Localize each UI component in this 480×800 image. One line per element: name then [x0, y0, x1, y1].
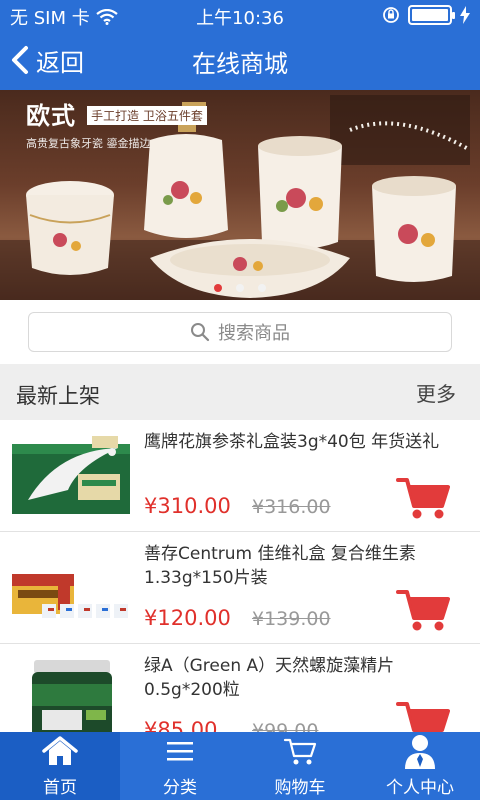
product-original-price: ¥99.00 [252, 720, 319, 732]
product-price: ¥310.00 [144, 494, 231, 518]
orientation-lock-icon [383, 7, 399, 23]
tab-cart-label: 购物车 [274, 778, 326, 798]
search-icon [191, 323, 210, 342]
banner-subtitle: 高贵复古象牙瓷 鎏金描边 [26, 137, 151, 150]
search-input[interactable]: 搜索商品 [28, 312, 452, 352]
user-icon [400, 733, 440, 769]
carousel-dot[interactable] [214, 284, 222, 292]
back-button[interactable]: 返回 [10, 40, 84, 80]
product-item[interactable]: 绿A（Green A）天然螺旋藻精片0.5g*200粒 ¥85.00 ¥99.0… [0, 644, 480, 732]
charging-icon [460, 6, 470, 24]
tab-profile[interactable]: 个人中心 [360, 732, 480, 800]
search-area: 搜索商品 [0, 300, 480, 364]
add-to-cart-button[interactable] [396, 700, 450, 732]
product-name: 善存Centrum 佳维礼盒 复合维生素1.33g*150片装 [144, 544, 416, 588]
banner-headline: 欧式 [26, 102, 76, 130]
promo-banner[interactable]: 欧式 手工打造 卫浴五件套 高贵复古象牙瓷 鎏金描边 [0, 90, 480, 300]
product-item[interactable]: 鹰牌花旗参茶礼盒装3g*40包 年货送礼 ¥310.00 ¥316.00 [0, 420, 480, 532]
cart-icon [280, 733, 320, 769]
product-price: ¥85.00 [144, 718, 218, 732]
product-image [12, 574, 128, 618]
tab-category-label: 分类 [163, 778, 197, 798]
product-list: 鹰牌花旗参茶礼盒装3g*40包 年货送礼 ¥310.00 ¥316.00 善存C… [0, 420, 480, 732]
carousel-dots[interactable] [0, 284, 480, 292]
product-original-price: ¥316.00 [252, 496, 331, 518]
home-icon [40, 733, 80, 769]
tab-home-label: 首页 [43, 778, 77, 798]
status-bar: 无 SIM 卡 上午10:36 [0, 0, 480, 30]
section-title: 最新上架 [16, 384, 100, 408]
product-item[interactable]: 善存Centrum 佳维礼盒 复合维生素1.33g*150片装 ¥120.00 … [0, 532, 480, 644]
bottom-tab-bar: 首页 分类 购物车 个人中心 [0, 732, 480, 800]
tab-category[interactable]: 分类 [120, 732, 240, 800]
tab-home[interactable]: 首页 [0, 732, 120, 800]
status-right [382, 5, 470, 25]
search-placeholder: 搜索商品 [218, 323, 290, 344]
carousel-dot[interactable] [236, 284, 244, 292]
banner-caption: 欧式 手工打造 卫浴五件套 高贵复古象牙瓷 鎏金描边 [26, 96, 207, 151]
back-label: 返回 [36, 48, 84, 77]
battery-icon [408, 5, 455, 25]
nav-bar: 返回 在线商城 [0, 30, 480, 90]
menu-icon [160, 733, 200, 769]
product-image [32, 660, 112, 732]
product-price: ¥120.00 [144, 606, 231, 630]
product-name: 鹰牌花旗参茶礼盒装3g*40包 年货送礼 [144, 432, 440, 452]
banner-tag: 手工打造 卫浴五件套 [87, 106, 207, 125]
product-image [12, 436, 130, 514]
chevron-left-icon [12, 46, 28, 74]
add-to-cart-button[interactable] [396, 476, 450, 520]
section-header: 最新上架 更多 [0, 364, 480, 420]
carousel-dot[interactable] [258, 284, 266, 292]
tab-cart[interactable]: 购物车 [240, 732, 360, 800]
add-to-cart-button[interactable] [396, 588, 450, 632]
tab-profile-label: 个人中心 [386, 778, 454, 798]
product-name: 绿A（Green A）天然螺旋藻精片0.5g*200粒 [144, 656, 395, 700]
product-original-price: ¥139.00 [252, 608, 331, 630]
more-link[interactable]: 更多 [416, 378, 456, 407]
